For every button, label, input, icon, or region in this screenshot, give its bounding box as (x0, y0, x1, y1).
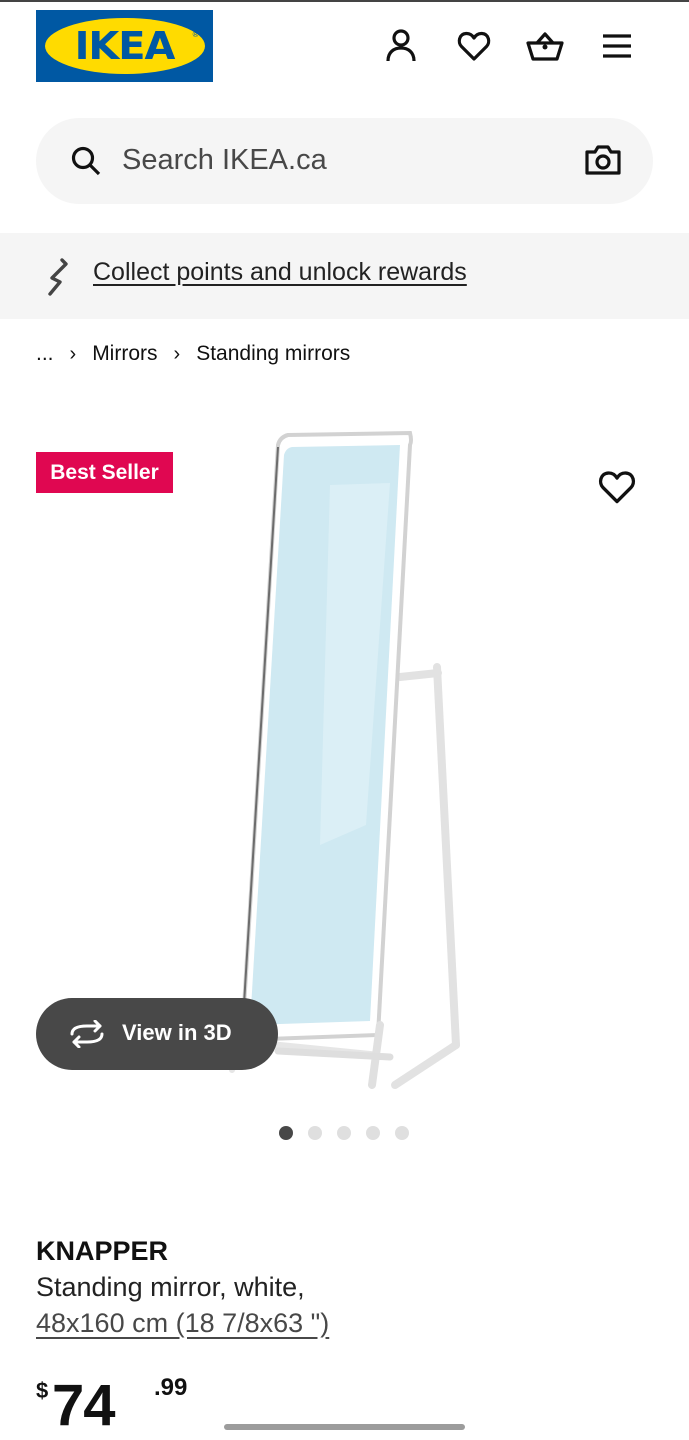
product-image[interactable] (220, 425, 480, 1100)
chevron-right-icon: › (69, 342, 77, 365)
price-decimal: .99 (154, 1374, 188, 1401)
menu-icon[interactable] (597, 26, 637, 66)
carousel-dot[interactable] (308, 1126, 322, 1140)
view-in-3d-label: View in 3D (122, 1020, 232, 1045)
rewards-link-icon (44, 257, 72, 302)
breadcrumb: ... › Mirrors › Standing mirrors (36, 342, 350, 366)
home-indicator-bar[interactable] (224, 1424, 465, 1430)
price-whole: 74 (52, 1373, 116, 1438)
search-input[interactable]: Search IKEA.ca (122, 144, 327, 177)
chevron-right-icon: › (173, 342, 181, 365)
account-icon[interactable] (381, 26, 421, 66)
breadcrumb-item-mirrors[interactable]: Mirrors (92, 342, 157, 366)
rewards-promo-bar[interactable]: Collect points and unlock rewards (0, 233, 689, 319)
logo-oval: IKEA ® (44, 18, 205, 74)
view-in-3d-button[interactable]: View in 3D (36, 998, 278, 1070)
heart-icon[interactable] (454, 26, 494, 66)
breadcrumb-ellipsis[interactable]: ... (36, 342, 54, 366)
carousel-dot[interactable] (337, 1126, 351, 1140)
carousel-dot[interactable] (366, 1126, 380, 1140)
registered-mark: ® (192, 30, 199, 39)
basket-icon[interactable] (525, 26, 565, 66)
rewards-link[interactable]: Collect points and unlock rewards (93, 258, 467, 287)
logo-text: IKEA (74, 24, 176, 68)
image-carousel-dots (279, 1126, 409, 1140)
product-name: KNAPPER (36, 1236, 169, 1266)
search-icon[interactable] (70, 145, 102, 182)
price-currency: $ (36, 1378, 49, 1403)
search-bar[interactable]: Search IKEA.ca (36, 118, 653, 204)
rotate-3d-icon (68, 1019, 106, 1053)
product-description: Standing mirror, white, (36, 1272, 305, 1302)
top-edge-line (0, 0, 689, 2)
carousel-dot-active[interactable] (279, 1126, 293, 1140)
product-dimensions-link[interactable]: 48x160 cm (18 7/8x63 ") (36, 1308, 329, 1339)
best-seller-badge: Best Seller (36, 452, 173, 493)
ikea-logo[interactable]: IKEA ® (36, 10, 213, 82)
add-to-favourites-heart-icon[interactable] (598, 469, 636, 510)
camera-icon[interactable] (585, 144, 621, 181)
breadcrumb-item-standing-mirrors[interactable]: Standing mirrors (196, 342, 350, 366)
carousel-dot[interactable] (395, 1126, 409, 1140)
